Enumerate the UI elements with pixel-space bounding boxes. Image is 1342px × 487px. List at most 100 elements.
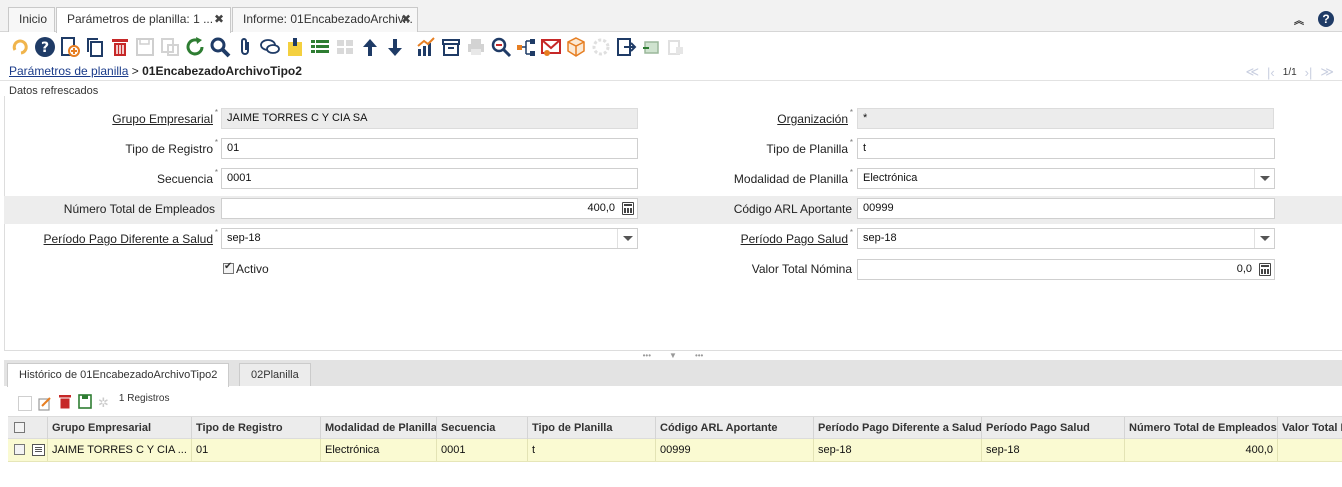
help-icon[interactable]: ?	[1318, 11, 1334, 27]
attachment-icon[interactable]	[233, 35, 257, 59]
cell-modalidad[interactable]: Electrónica	[321, 439, 437, 461]
record-counter: 1/1	[1282, 66, 1297, 78]
tab-parametros-planilla[interactable]: Parámetros de planilla: 1 ... ✖	[56, 7, 231, 33]
close-tab-icon[interactable]: ✖	[401, 8, 411, 31]
cell-periodo-diferente[interactable]: sep-18	[814, 439, 982, 461]
post-it-icon[interactable]	[283, 35, 307, 59]
column-header-grupo[interactable]: Grupo Empresarial	[48, 417, 192, 439]
chat-icon[interactable]	[258, 35, 282, 59]
next-record-icon[interactable]: ›|	[1305, 65, 1313, 80]
column-header-periodo-salud[interactable]: Período Pago Salud	[982, 417, 1125, 439]
column-header-num-empleados[interactable]: Número Total de Empleados	[1125, 417, 1278, 439]
customize-icon[interactable]	[639, 35, 663, 59]
arrow-down-icon[interactable]	[383, 35, 407, 59]
tab-historico[interactable]: Histórico de 01EncabezadoArchivoTipo2	[7, 363, 230, 387]
column-header-codigo-arl[interactable]: Código ARL Aportante	[656, 417, 814, 439]
collapse-icon[interactable]: ︽	[1294, 12, 1304, 27]
help-icon[interactable]: ?	[33, 35, 57, 59]
window-controls: ︽ ?	[1294, 11, 1334, 27]
row-checkbox[interactable]	[14, 444, 25, 455]
valor-total-nomina-label: Valor Total Nómina	[751, 262, 852, 276]
table-row[interactable]: JAIME TORRES C Y CIA ... 01 Electrónica …	[8, 439, 1342, 462]
previous-record-icon[interactable]: |‹	[1267, 65, 1275, 80]
record-count: 1 Registros	[118, 392, 170, 404]
arrow-up-icon[interactable]	[358, 35, 382, 59]
tab-home[interactable]: Inicio	[8, 7, 55, 32]
periodo-pago-salud-select[interactable]: sep-18	[857, 228, 1275, 249]
save-copy-icon[interactable]	[158, 35, 182, 59]
activo-checkbox[interactable]	[223, 261, 234, 274]
grupo-empresarial-label[interactable]: Grupo Empresarial *	[112, 108, 218, 126]
chevron-down-icon[interactable]	[1254, 229, 1274, 248]
column-header-modalidad[interactable]: Modalidad de Planilla	[321, 417, 437, 439]
cell-tipo-planilla[interactable]: t	[528, 439, 656, 461]
refresh-icon[interactable]: ✲	[98, 395, 109, 411]
periodo-pago-diferente-label[interactable]: Período Pago Diferente a Salud *	[44, 228, 218, 246]
request-icon[interactable]	[539, 35, 563, 59]
breadcrumb-parent-link[interactable]: Parámetros de planilla	[9, 64, 128, 78]
cell-periodo-salud[interactable]: sep-18	[982, 439, 1125, 461]
calculator-icon[interactable]	[1259, 263, 1271, 276]
codigo-arl-input[interactable]: 00999	[857, 198, 1275, 219]
numero-total-empleados-input[interactable]: 400,0	[221, 198, 638, 219]
edit-record-icon[interactable]	[32, 444, 45, 456]
new-record-icon[interactable]	[58, 35, 82, 59]
cell-grupo[interactable]: JAIME TORRES C Y CIA ...	[48, 439, 192, 461]
close-tab-icon[interactable]: ✖	[214, 8, 224, 31]
detail-icon[interactable]	[333, 35, 357, 59]
product-icon[interactable]	[564, 35, 588, 59]
secuencia-label: Secuencia *	[156, 168, 218, 186]
find-icon[interactable]	[208, 35, 232, 59]
grid-toggle-icon[interactable]	[308, 35, 332, 59]
tipo-registro-input[interactable]: 01	[221, 138, 638, 159]
periodo-pago-salud-label[interactable]: Período Pago Salud *	[741, 228, 853, 246]
archive-icon[interactable]	[439, 35, 463, 59]
edit-icon[interactable]	[38, 396, 52, 411]
save-icon[interactable]	[133, 35, 157, 59]
column-header-periodo-diferente[interactable]: Período Pago Diferente a Salud	[814, 417, 982, 439]
column-header-tipo-planilla[interactable]: Tipo de Planilla	[528, 417, 656, 439]
cell-tipo-registro[interactable]: 01	[192, 439, 321, 461]
secuencia-input[interactable]: 0001	[221, 168, 638, 189]
copy-icon[interactable]	[83, 35, 107, 59]
cell-codigo-arl[interactable]: 00999	[656, 439, 814, 461]
zoom-across-icon[interactable]	[489, 35, 513, 59]
report-icon[interactable]	[414, 35, 438, 59]
save-icon[interactable]	[78, 394, 92, 412]
select-all-checkbox[interactable]	[14, 422, 25, 433]
first-record-icon[interactable]: ≪	[1245, 64, 1259, 80]
calculator-icon[interactable]	[622, 202, 634, 215]
chevron-down-icon[interactable]	[1254, 169, 1274, 188]
periodo-pago-diferente-select[interactable]: sep-18	[221, 228, 638, 249]
tab-active-label: Parámetros de planilla: 1 ...	[67, 12, 214, 26]
cell-valor-total[interactable]	[1278, 439, 1342, 461]
tab-informe[interactable]: Informe: 01EncabezadoArchiv... ✖	[232, 7, 418, 32]
splitter-collapse-icon[interactable]: ▼	[669, 351, 677, 360]
process-icon[interactable]	[589, 35, 613, 59]
cell-secuencia[interactable]: 0001	[437, 439, 528, 461]
breadcrumb: Parámetros de planilla > 01EncabezadoArc…	[9, 64, 302, 78]
refresh-icon[interactable]	[183, 35, 207, 59]
delete-icon[interactable]	[108, 35, 132, 59]
new-record-icon[interactable]	[18, 395, 32, 411]
cell-num-empleados[interactable]: 400,0	[1125, 439, 1278, 461]
modalidad-planilla-select[interactable]: Electrónica	[857, 168, 1275, 189]
last-record-icon[interactable]: ≫	[1320, 64, 1334, 80]
delete-icon[interactable]	[58, 394, 72, 412]
workflow-icon[interactable]	[514, 35, 538, 59]
exit-icon[interactable]	[614, 35, 638, 59]
column-header-tipo-registro[interactable]: Tipo de Registro	[192, 417, 321, 439]
organizacion-label[interactable]: Organización *	[777, 108, 853, 126]
print-icon[interactable]	[464, 35, 488, 59]
lock-icon[interactable]	[664, 35, 688, 59]
column-header-valor-total[interactable]: Valor Total N	[1278, 417, 1342, 439]
tipo-planilla-input[interactable]: t	[857, 138, 1275, 159]
chevron-down-icon[interactable]	[617, 229, 637, 248]
breadcrumb-current: 01EncabezadoArchivoTipo2	[142, 64, 302, 78]
undo-icon[interactable]	[8, 35, 32, 59]
valor-total-nomina-input[interactable]: 0,0	[857, 259, 1275, 280]
detail-toolbar: ✲ 1 Registros	[18, 392, 170, 412]
column-header-secuencia[interactable]: Secuencia	[437, 417, 528, 439]
panel-splitter[interactable]: ••• ▼ •••	[4, 350, 1342, 360]
tab-02planilla[interactable]: 02Planilla	[239, 363, 311, 386]
